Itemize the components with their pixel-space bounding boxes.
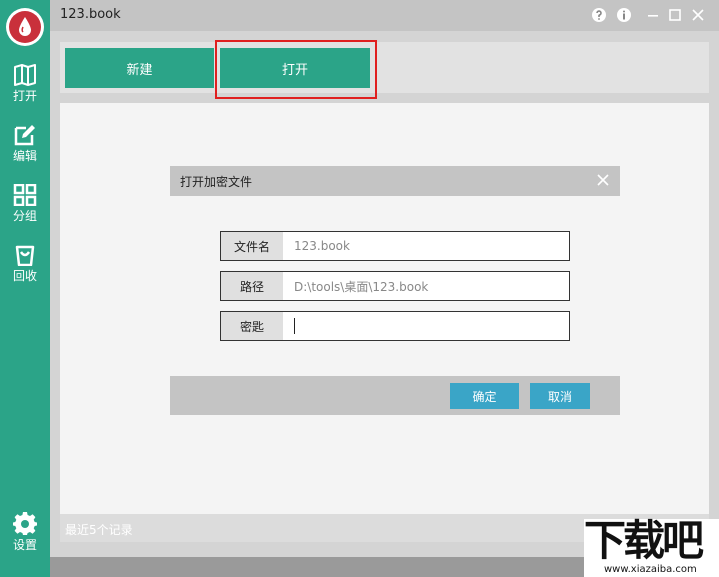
dialog-header: 打开加密文件 bbox=[170, 166, 620, 196]
sidebar-item-label: 回收 bbox=[12, 269, 37, 283]
tab-bar: 新建 打开 bbox=[60, 42, 709, 93]
new-button[interactable]: 新建 bbox=[65, 48, 214, 88]
trash-icon bbox=[15, 245, 35, 266]
open-button[interactable]: 打开 bbox=[220, 48, 370, 88]
confirm-button[interactable]: 确定 bbox=[450, 383, 519, 409]
drop-icon bbox=[19, 17, 31, 36]
minimize-icon[interactable] bbox=[645, 7, 661, 23]
path-field: 路径 bbox=[220, 271, 570, 301]
cancel-button[interactable]: 取消 bbox=[530, 383, 590, 409]
sidebar-item-label: 设置 bbox=[12, 538, 37, 552]
sidebar-item-recycle[interactable]: 回收 bbox=[0, 244, 50, 296]
path-label: 路径 bbox=[221, 272, 283, 300]
content-area bbox=[60, 103, 709, 514]
book-icon bbox=[14, 64, 36, 86]
text-caret bbox=[294, 318, 295, 334]
window-title: 123.book bbox=[60, 7, 121, 22]
watermark-logo: 下载吧 bbox=[584, 516, 704, 565]
key-input[interactable] bbox=[283, 312, 569, 340]
sidebar: 打开 编辑 分组 回收 设置 bbox=[0, 0, 50, 577]
sidebar-item-open[interactable]: 打开 bbox=[0, 64, 50, 116]
filename-field: 文件名 bbox=[220, 231, 570, 261]
title-bar: 123.book bbox=[50, 0, 719, 31]
gear-icon bbox=[13, 512, 37, 535]
watermark: 下载吧 www.xiazaiba.com bbox=[584, 516, 719, 577]
maximize-icon[interactable] bbox=[667, 7, 683, 23]
app-logo bbox=[6, 8, 44, 46]
recent-records-label: 最近5个记录 bbox=[65, 523, 133, 537]
sidebar-item-label: 编辑 bbox=[12, 149, 37, 163]
filename-label: 文件名 bbox=[221, 232, 283, 260]
sidebar-item-label: 打开 bbox=[12, 89, 37, 103]
dialog-footer: 确定 取消 bbox=[170, 376, 620, 415]
path-input[interactable] bbox=[283, 272, 569, 300]
sidebar-item-group[interactable]: 分组 bbox=[0, 184, 50, 236]
info-icon[interactable] bbox=[616, 7, 632, 23]
dialog-title: 打开加密文件 bbox=[180, 175, 253, 189]
dialog-close-icon[interactable] bbox=[596, 173, 610, 187]
watermark-url: www.xiazaiba.com bbox=[604, 564, 697, 575]
sidebar-item-label: 分组 bbox=[12, 209, 37, 223]
close-icon[interactable] bbox=[690, 7, 706, 23]
filename-input[interactable] bbox=[283, 232, 569, 260]
key-field: 密匙 bbox=[220, 311, 570, 341]
help-icon[interactable] bbox=[591, 7, 607, 23]
key-label: 密匙 bbox=[221, 312, 283, 340]
sidebar-item-edit[interactable]: 编辑 bbox=[0, 124, 50, 176]
grid-icon bbox=[13, 184, 37, 206]
sidebar-item-settings[interactable]: 设置 bbox=[0, 511, 50, 563]
edit-icon bbox=[14, 125, 35, 146]
